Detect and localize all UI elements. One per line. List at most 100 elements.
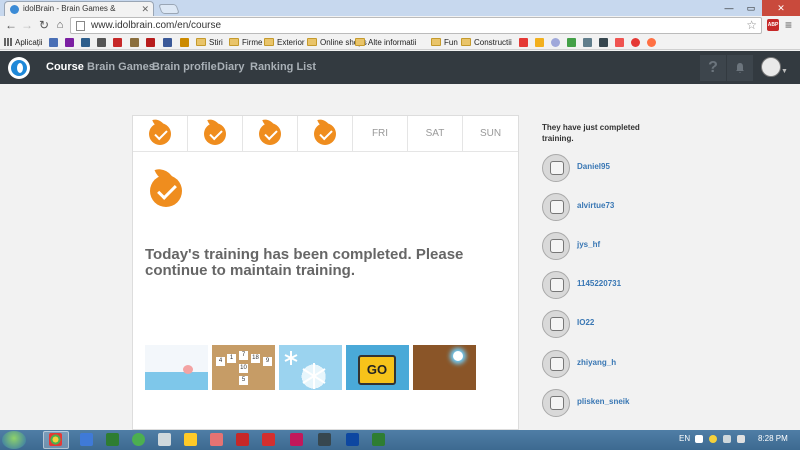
recent-completions-title: They have just completed training.	[542, 123, 640, 143]
url-text: www.idolbrain.com/en/course	[91, 20, 222, 31]
bookmark-icon[interactable]	[567, 38, 576, 47]
chevron-down-icon[interactable]: ▼	[781, 68, 788, 75]
taskbar-excel-icon[interactable]	[372, 433, 385, 446]
game-thumbnail-snowflake[interactable]	[279, 345, 342, 390]
username-link[interactable]: plisken_sneik	[577, 397, 629, 406]
user-avatar-icon	[542, 310, 570, 338]
page-icon	[76, 21, 85, 31]
bookmark-folder[interactable]: Fun	[431, 36, 458, 49]
nav-brain-games[interactable]: Brain Games	[87, 61, 155, 73]
bookmark-icon[interactable]	[647, 38, 656, 47]
game-thumbnail-numbers[interactable]: 4 1 7 18 10 9 5	[212, 345, 275, 390]
today-fire-check-icon	[150, 175, 182, 207]
bookmark-icon[interactable]	[583, 38, 592, 47]
taskbar-app-icon[interactable]	[236, 433, 249, 446]
taskbar-app-icon[interactable]	[132, 433, 145, 446]
bookmark-folder[interactable]: Stiri	[196, 36, 223, 49]
taskbar-app-icon[interactable]	[106, 433, 119, 446]
bookmark-icon[interactable]	[631, 38, 640, 47]
fire-check-icon	[204, 123, 226, 145]
taskbar-app-icon[interactable]	[346, 433, 359, 446]
day-sun: SUN	[479, 128, 502, 139]
bookmark-folder[interactable]: Constructii	[461, 36, 512, 49]
forward-arrow-icon[interactable]: →	[20, 18, 34, 32]
nav-course[interactable]: Course	[46, 61, 84, 73]
help-icon[interactable]: ?	[700, 55, 726, 81]
taskbar-app-icon[interactable]	[158, 433, 171, 446]
browser-toolbar: ← → ↻ ⌂ www.idolbrain.com/en/course ☆	[0, 16, 800, 35]
folder-icon	[431, 38, 441, 46]
bookmark-icon[interactable]	[130, 38, 139, 47]
network-icon[interactable]	[723, 435, 731, 443]
browser-tab-bar: idolBrain - Brain Games & ✕ — ▭ ✕	[0, 0, 800, 16]
game-thumbnail-sea[interactable]	[145, 345, 208, 390]
start-button[interactable]	[2, 431, 26, 449]
user-avatar-icon[interactable]	[761, 57, 781, 77]
bookmark-yahoo-icon[interactable]	[65, 38, 74, 47]
nav-diary[interactable]: Diary	[217, 61, 245, 73]
taskbar-app-icon[interactable]	[290, 433, 303, 446]
back-arrow-icon[interactable]: ←	[4, 18, 18, 32]
game-thumbnail-light[interactable]	[413, 345, 476, 390]
bookmark-apps[interactable]: Aplicații	[4, 36, 43, 49]
minimize-icon[interactable]: —	[718, 0, 740, 16]
tray-icon[interactable]	[709, 435, 717, 443]
taskbar-app-icon[interactable]	[318, 433, 331, 446]
taskbar-app-icon[interactable]	[80, 433, 93, 446]
tab-close-icon[interactable]: ✕	[141, 2, 149, 16]
notification-bell-icon[interactable]	[727, 55, 753, 81]
day-fri: FRI	[353, 116, 408, 152]
bookmark-facebook-icon[interactable]	[163, 38, 172, 47]
bookmark-icon[interactable]	[180, 38, 189, 47]
username-link[interactable]: alvirtue73	[577, 201, 614, 210]
bookmark-folder[interactable]: Firme	[229, 36, 262, 49]
bookmark-icon[interactable]	[146, 38, 155, 47]
language-indicator[interactable]: EN	[679, 434, 690, 443]
volume-icon[interactable]	[737, 435, 745, 443]
username-link[interactable]: IO22	[577, 318, 594, 327]
taskbar-app-icon[interactable]	[184, 433, 197, 446]
reload-icon[interactable]: ↻	[37, 18, 51, 32]
week-progress: FRI SAT SUN	[133, 116, 518, 152]
tray-icon[interactable]	[695, 435, 703, 443]
game-thumbnail-go[interactable]: GO	[346, 345, 409, 390]
chrome-taskbar-icon[interactable]	[49, 433, 62, 446]
nav-brain-profile[interactable]: Brain profile	[152, 61, 217, 73]
bookmark-icon[interactable]	[535, 38, 544, 47]
username-link[interactable]: zhiyang_h	[577, 358, 616, 367]
home-icon[interactable]: ⌂	[53, 18, 67, 32]
bookmark-icon[interactable]	[49, 38, 58, 47]
apps-grid-icon	[4, 38, 12, 46]
username-link[interactable]: Daniel95	[577, 162, 610, 171]
folder-icon	[229, 38, 239, 46]
username-link[interactable]: 1145220731	[577, 279, 621, 288]
day-sat: SAT	[408, 116, 463, 152]
bookmark-folder[interactable]: Alte informatii	[355, 36, 416, 49]
adblock-extension-icon[interactable]: ABP	[767, 19, 779, 31]
username-link[interactable]: jys_hf	[577, 240, 600, 249]
chrome-menu-icon[interactable]: ≡	[785, 18, 792, 32]
bookmark-icon[interactable]	[113, 38, 122, 47]
day-completed	[243, 116, 298, 152]
day-completed	[298, 116, 353, 152]
taskbar-pdf-icon[interactable]	[262, 433, 275, 446]
bookmark-folder[interactable]: Exterior	[264, 36, 305, 49]
taskbar-app-icon[interactable]	[210, 433, 223, 446]
maximize-icon[interactable]: ▭	[740, 0, 762, 16]
bookmark-star-icon[interactable]: ☆	[746, 18, 757, 32]
bookmark-icon[interactable]	[519, 38, 528, 47]
window-close-icon[interactable]: ✕	[762, 0, 800, 16]
browser-tab[interactable]: idolBrain - Brain Games & ✕	[4, 1, 154, 16]
taskbar-clock[interactable]: 8:28 PM	[758, 434, 788, 443]
new-tab-button[interactable]	[158, 4, 180, 14]
bookmark-icon[interactable]	[599, 38, 608, 47]
address-bar[interactable]: www.idolbrain.com/en/course ☆	[70, 17, 762, 34]
bookmark-icon[interactable]	[615, 38, 624, 47]
bookmark-icon[interactable]	[551, 38, 560, 47]
idolbrain-favicon-icon	[10, 5, 19, 14]
bookmark-icon[interactable]	[97, 38, 106, 47]
idolbrain-logo-icon[interactable]	[8, 57, 30, 79]
bookmark-icon[interactable]	[81, 38, 90, 47]
logo-mark	[11, 60, 27, 76]
nav-ranking-list[interactable]: Ranking List	[250, 61, 316, 73]
